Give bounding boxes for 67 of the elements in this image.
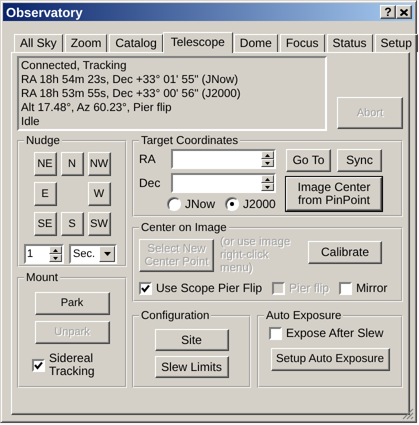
tab[interactable]: Dome (234, 34, 278, 52)
calibrate-button[interactable]: Calibrate (308, 241, 382, 264)
tab[interactable]: Setup (374, 34, 418, 52)
nudge-button[interactable]: W (88, 182, 110, 206)
checkbox[interactable] (339, 282, 352, 294)
checkbox[interactable] (269, 326, 282, 340)
close-button[interactable] (396, 5, 412, 19)
configuration-button[interactable]: Slew Limits (154, 356, 228, 378)
nudge-button[interactable]: E (34, 182, 56, 206)
checkbox-label: Mirror (356, 281, 388, 295)
mount-button[interactable]: Park (34, 292, 110, 315)
nudge-button[interactable]: SE (34, 212, 56, 236)
target-button[interactable]: Sync (337, 149, 382, 172)
configuration-button[interactable]: Site (154, 329, 228, 351)
group-title: Target Coordinates (140, 135, 240, 147)
coordinate-field[interactable] (171, 173, 276, 193)
check-icon (34, 360, 43, 370)
radio-label: J2000 (243, 197, 276, 211)
up-arrow-icon (265, 178, 270, 180)
group-title: Mount (25, 272, 59, 284)
unit-dropdown[interactable]: Sec. (69, 244, 117, 264)
group-title: Auto Exposure (265, 310, 342, 322)
nudge-button[interactable]: SW (88, 212, 110, 236)
field-label: Dec (139, 176, 162, 190)
tab[interactable]: All Sky (14, 34, 63, 52)
nudge-button[interactable]: NE (34, 152, 56, 176)
window-title: Observatory (6, 4, 83, 20)
setup-auto-exposure-button[interactable]: Setup Auto Exposure (270, 348, 390, 371)
nudge-button[interactable]: S (60, 212, 84, 236)
field-label: RA (139, 152, 157, 166)
tab[interactable]: Telescope (162, 32, 233, 53)
nudge-button[interactable]: N (60, 152, 84, 176)
tab[interactable]: Status (326, 34, 373, 52)
status-line: RA 18h 54m 23s, Dec +33° 01' 55" (JNow) (21, 73, 240, 87)
up-arrow-icon (53, 248, 58, 252)
caret-icon (104, 252, 110, 256)
checkbox-label: Expose After Slew (286, 326, 384, 340)
help-button[interactable]: ? (380, 5, 396, 19)
checkbox-label: Sidereal Tracking (49, 352, 96, 378)
coordinate-field[interactable] (171, 149, 276, 169)
down-arrow-icon (53, 256, 58, 260)
radio-label: JNow (185, 197, 216, 211)
step-field[interactable]: 1 (24, 244, 64, 264)
status-line: Connected, Tracking (21, 59, 128, 73)
checkbox-label: Use Scope Pier Flip (156, 281, 262, 295)
down-arrow-icon (265, 162, 270, 164)
nudge-button[interactable]: NW (88, 152, 110, 176)
close-icon (400, 8, 408, 16)
checkbox[interactable] (139, 282, 152, 294)
check-icon (141, 284, 150, 292)
group-title: Center on Image (140, 222, 228, 234)
group-title: Nudge (25, 135, 61, 147)
status-line: Idle (21, 115, 41, 129)
tab[interactable]: Catalog (109, 34, 163, 52)
up-arrow-icon (265, 154, 270, 156)
down-arrow-icon (265, 186, 270, 188)
image-center-button[interactable]: Image Center from PinPoint (286, 177, 382, 211)
tab[interactable]: Focus (280, 34, 324, 52)
status-line: Alt 17.48°, Az 60.23°, Pier flip (21, 101, 172, 115)
radio-button[interactable] (225, 197, 240, 211)
target-button[interactable]: Go To (286, 149, 331, 172)
tab[interactable]: Zoom (64, 34, 108, 52)
status-line: RA 18h 53m 55s, Dec +33° 00' 56" (J2000) (21, 87, 242, 101)
checkbox[interactable] (32, 358, 45, 372)
group-title: Configuration (140, 310, 210, 322)
radio-button[interactable] (167, 197, 181, 211)
resize-grip-icon (402, 408, 414, 420)
